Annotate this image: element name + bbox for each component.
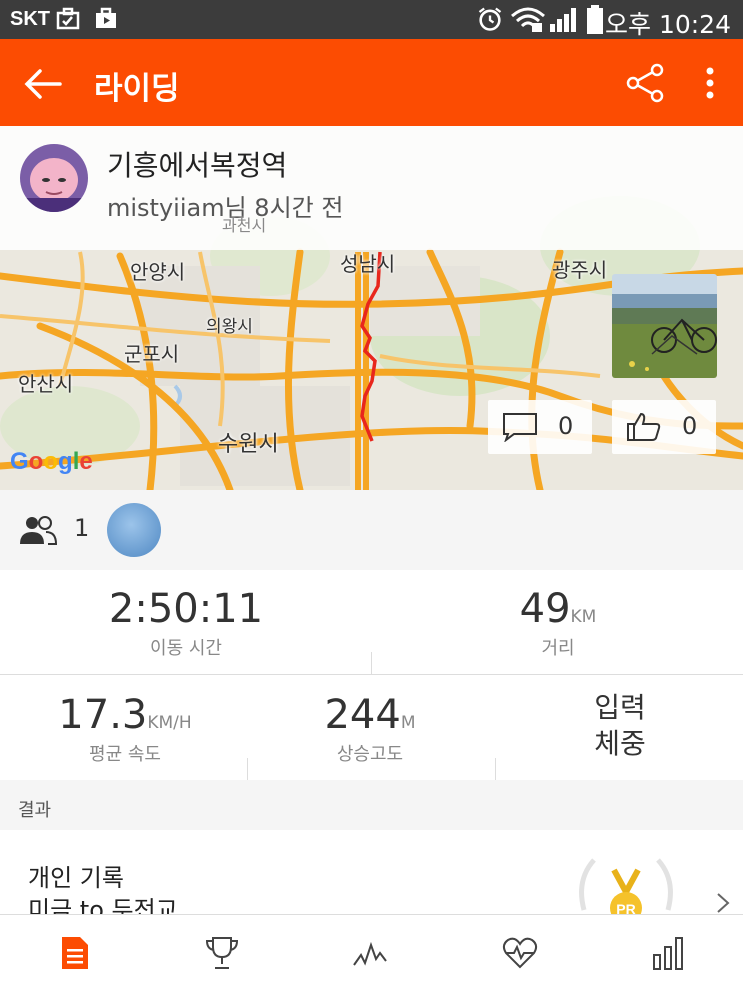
page-title: 라이딩 [94,71,180,107]
route-map[interactable]: 기흥에서복정역 mistyiiam님 8시간 전 성남시 광주시 안양시 의왕시… [0,126,743,490]
weight-line2: 체중 [594,727,646,760]
moving-time-stat: 2:50:11 이동 시간 [86,586,286,660]
map-label: 수원시 [218,432,279,457]
app-bar: 라이딩 [0,39,743,126]
map-label: 성남시 [340,252,396,276]
wifi-icon [511,7,545,32]
thumbs-up-icon [627,412,661,441]
athlete-avatar[interactable] [107,503,161,557]
carrier-label: SKT [10,8,50,30]
personal-record-row[interactable]: 개인 기록 미금 to 두전교 PR [0,830,743,914]
divider [247,758,248,780]
weight-line1: 입력 [594,691,646,724]
back-arrow-icon[interactable] [22,63,64,105]
overview-icon[interactable] [56,935,92,971]
results-header-label: 결과 [18,800,52,821]
battery-icon [587,5,603,34]
heart-rate-icon[interactable] [502,935,538,971]
elevation-unit: M [400,713,416,733]
activity-name: 기흥에서복정역 [107,149,288,182]
distance-unit: KM [570,607,597,627]
elevation-value: 244 [324,692,401,738]
trophy-icon[interactable] [204,935,240,971]
avg-speed-value: 17.3 [58,692,148,738]
group-icon [20,516,58,545]
comments-count: 0 [558,412,574,440]
chevron-right-icon [717,893,730,913]
analysis-icon[interactable] [352,935,388,971]
stats-panel: 2:50:11 이동 시간 49KM 거리 17.3KM/H 평균 속도 244… [0,570,743,780]
divider [495,758,496,780]
avg-speed-stat: 17.3KM/H 평균 속도 [30,692,220,766]
athletes-count: 1 [74,514,90,542]
google-logo: Google [10,448,93,475]
pr-medal-icon: PR [579,858,673,914]
kudos-button[interactable]: 0 [612,400,716,454]
moving-time-value: 2:50:11 [108,586,264,632]
map-label: 안양시 [130,260,186,284]
comments-button[interactable]: 0 [488,400,592,454]
pr-medal-text: PR [616,901,635,914]
status-bar: SKT 오후 10:24 [0,0,743,39]
comment-icon [503,413,537,442]
divider [371,652,372,674]
more-options-icon[interactable] [695,62,725,104]
moving-time-label: 이동 시간 [150,638,222,659]
user-avatar[interactable] [20,144,88,212]
bag-notification-icon [96,7,116,28]
elevation-stat: 244M 상승고도 [280,692,460,766]
distance-value: 49 [519,586,571,632]
map-label: 광주시 [552,258,608,282]
bottom-nav [0,914,743,992]
map-label: 의왕시 [206,317,253,337]
stats-bars-icon[interactable] [650,935,686,971]
activity-photo[interactable] [612,274,717,378]
briefcase-notification-icon [56,7,80,30]
elevation-label: 상승고도 [336,744,404,765]
distance-stat: 49KM 거리 [458,586,658,660]
enter-weight-button[interactable]: 입력 체중 [568,690,672,762]
share-icon[interactable] [624,62,666,104]
avg-speed-unit: KM/H [147,713,192,733]
map-label: 안산시 [18,372,74,396]
map-label: 군포시 [124,342,180,366]
map-label: 과천시 [222,216,267,235]
avg-speed-label: 평균 속도 [89,744,161,765]
clock-label: 오후 10:24 [605,10,731,39]
divider [0,674,743,675]
signal-icon [550,8,576,32]
results-header: 결과 [0,780,743,830]
pr-title: 개인 기록 [28,864,124,892]
pr-segment-name: 미금 to 두전교 [28,896,178,914]
kudos-count: 0 [682,412,698,440]
distance-label: 거리 [541,638,575,659]
athletes-row[interactable]: 1 [0,490,743,570]
alarm-icon [478,7,502,31]
